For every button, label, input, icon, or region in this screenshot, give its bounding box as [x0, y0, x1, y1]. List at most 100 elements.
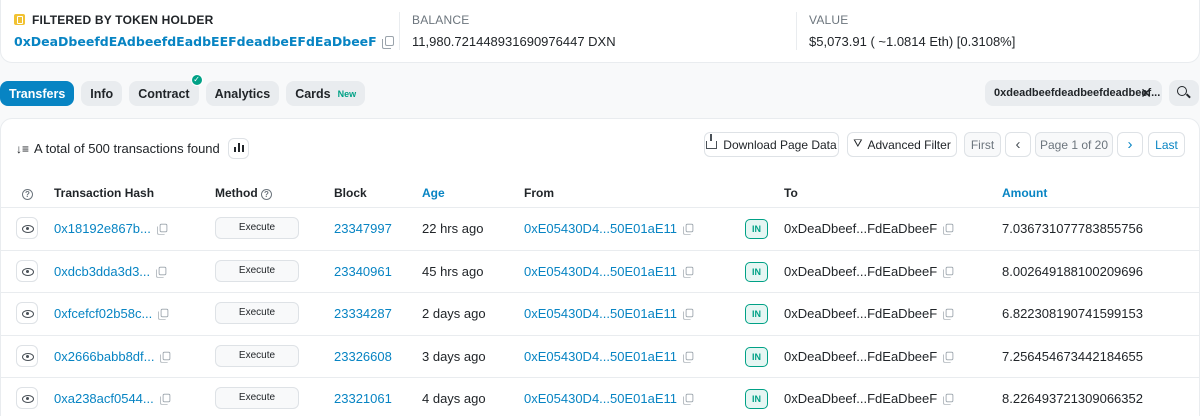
download-page-data-button[interactable]: Download Page Data: [704, 132, 839, 157]
copy-icon[interactable]: [158, 308, 169, 320]
tab-analytics[interactable]: Analytics: [205, 81, 280, 106]
last-page-button[interactable]: Last: [1148, 132, 1185, 157]
from-address-link[interactable]: 0xE05430D4...50E01aE11: [524, 264, 694, 279]
block-link[interactable]: 23334287: [334, 306, 392, 321]
age-text: 2 days ago: [422, 306, 486, 321]
tx-hash-link[interactable]: 0xdcb3dda3d3...: [54, 264, 167, 279]
col-amount[interactable]: Amount: [1002, 186, 1047, 200]
tx-hash-link[interactable]: 0xa238acf0544...: [54, 391, 171, 406]
prev-page-button[interactable]: ‹: [1005, 132, 1031, 157]
value-column: VALUE $5,073.91 ( ~1.0814 Eth) [0.3108%]: [809, 12, 1015, 49]
method-badge: Execute: [215, 259, 299, 282]
from-address-link[interactable]: 0xE05430D4...50E01aE11: [524, 306, 694, 321]
help-icon[interactable]: ?: [22, 189, 33, 200]
to-address: 0xDeaDbeef...FdEaDbeeF: [784, 306, 954, 321]
block-link[interactable]: 23340961: [334, 264, 392, 279]
value-label: VALUE: [809, 12, 849, 27]
copy-icon[interactable]: [683, 393, 694, 405]
age-text: 3 days ago: [422, 348, 486, 364]
direction-badge: IN: [745, 346, 768, 367]
copy-icon[interactable]: [156, 266, 167, 278]
token-holder-icon: [14, 14, 25, 25]
amount-value: 8.226493721309066352: [1002, 391, 1143, 406]
from-address-link[interactable]: 0xE05430D4...50E01aE11: [524, 391, 694, 406]
eye-icon[interactable]: [16, 217, 38, 239]
tab-cards[interactable]: Cards New: [286, 81, 366, 106]
copy-icon[interactable]: [683, 266, 694, 278]
from-address-link[interactable]: 0xE05430D4...50E01aE11: [524, 221, 694, 236]
holder-address-link[interactable]: 0xDeaDbeefdEAdbeefdEadbEEFdeadbeEFdEaDbe…: [14, 34, 377, 49]
col-age[interactable]: Age: [422, 186, 445, 200]
method-badge: Execute: [215, 387, 299, 409]
copy-icon[interactable]: [943, 266, 954, 278]
token-holder-summary: FILTERED BY TOKEN HOLDER 0xDeaDbeefdEAdb…: [0, 0, 1200, 63]
copy-icon[interactable]: [683, 308, 694, 320]
method-badge: Execute: [215, 217, 299, 239]
amount-value: 7.256454673442184655: [1002, 348, 1143, 364]
copy-icon[interactable]: [157, 223, 168, 235]
first-page-button[interactable]: First: [964, 132, 1001, 157]
balance-column: BALANCE 11,980.721448931690976447 DXN: [412, 12, 616, 49]
to-address: 0xDeaDbeef...FdEaDbeeF: [784, 391, 954, 406]
eye-icon[interactable]: [16, 302, 38, 324]
transfers-table-card: ↓≡ A total of 500 transactions found Dow…: [0, 118, 1200, 416]
direction-badge: IN: [745, 304, 768, 324]
col-block: Block: [334, 186, 367, 200]
tab-contract[interactable]: Contract ✓: [129, 74, 203, 106]
copy-icon[interactable]: [943, 308, 954, 320]
search-icon: [1177, 86, 1187, 96]
tx-hash-link[interactable]: 0x2666babb8df...: [54, 349, 171, 364]
tab-info[interactable]: Info: [81, 81, 123, 106]
bar-chart-icon[interactable]: [227, 138, 249, 159]
address-filter-chip[interactable]: 0xdeadbeefdeadbeefdeadbeef... ✕: [985, 80, 1162, 106]
table-row: 0x18192e867b... Execute 23347997 22 hrs ago…: [1, 207, 1199, 250]
from-address-link[interactable]: 0xE05430D4...50E01aE11: [524, 349, 694, 364]
col-method: Method ?: [215, 186, 272, 200]
table-row: 0x2666babb8df... Execute 23326608 3 days ag…: [1, 334, 1199, 378]
eye-icon[interactable]: [16, 387, 38, 409]
copy-icon[interactable]: [160, 351, 171, 363]
copy-icon[interactable]: [381, 36, 394, 49]
block-link[interactable]: 23347997: [334, 221, 392, 236]
copy-icon[interactable]: [943, 393, 954, 405]
to-address: 0xDeaDbeef...FdEaDbeeF: [784, 349, 954, 364]
method-badge: Execute: [215, 344, 299, 367]
divider: [796, 12, 797, 50]
copy-icon[interactable]: [943, 223, 954, 235]
copy-icon[interactable]: [683, 351, 694, 363]
page-indicator: Page 1 of 20: [1035, 132, 1113, 157]
advanced-filter-button[interactable]: ⛛ Advanced Filter: [847, 132, 957, 157]
holder-column: FILTERED BY TOKEN HOLDER 0xDeaDbeefdEAdb…: [14, 12, 394, 49]
age-text: 22 hrs ago: [422, 221, 484, 236]
tab-transfers[interactable]: Transfers: [0, 81, 75, 106]
col-from: From: [524, 186, 554, 200]
filter-icon: ⛛: [853, 138, 863, 150]
eye-icon[interactable]: [16, 259, 38, 282]
tx-hash-link[interactable]: 0x18192e867b...: [54, 221, 168, 236]
filter-label: FILTERED BY TOKEN HOLDER: [32, 12, 214, 27]
to-address: 0xDeaDbeef...FdEaDbeeF: [784, 264, 954, 279]
tab-bar: Transfers Info Contract ✓ Analytics Card…: [0, 74, 366, 106]
next-page-button[interactable]: ›: [1117, 132, 1143, 157]
table-row: 0xdcb3dda3d3... Execute 23340961 45 hrs ago…: [1, 249, 1199, 293]
help-icon[interactable]: ?: [261, 189, 272, 200]
download-icon: [706, 133, 718, 149]
to-address: 0xDeaDbeef...FdEaDbeeF: [784, 221, 954, 236]
direction-badge: IN: [745, 389, 768, 409]
block-link[interactable]: 23326608: [334, 349, 392, 364]
search-button[interactable]: [1169, 80, 1199, 106]
filter-chip-text: 0xdeadbeefdeadbeefdeadbeef...: [994, 87, 1161, 99]
direction-badge: IN: [745, 219, 768, 239]
close-icon[interactable]: ✕: [1140, 85, 1152, 102]
eye-icon[interactable]: [16, 344, 38, 367]
method-badge: Execute: [215, 302, 299, 324]
copy-icon[interactable]: [943, 351, 954, 363]
verified-check-icon: ✓: [190, 74, 203, 86]
amount-value: 7.036731077783855756: [1002, 221, 1143, 236]
block-link[interactable]: 23321061: [334, 391, 392, 406]
copy-icon[interactable]: [683, 223, 694, 235]
tx-hash-link[interactable]: 0xfcefcf02b58c...: [54, 306, 169, 321]
copy-icon[interactable]: [159, 393, 171, 405]
direction-badge: IN: [745, 261, 768, 282]
sort-icon: ↓≡: [16, 141, 30, 156]
